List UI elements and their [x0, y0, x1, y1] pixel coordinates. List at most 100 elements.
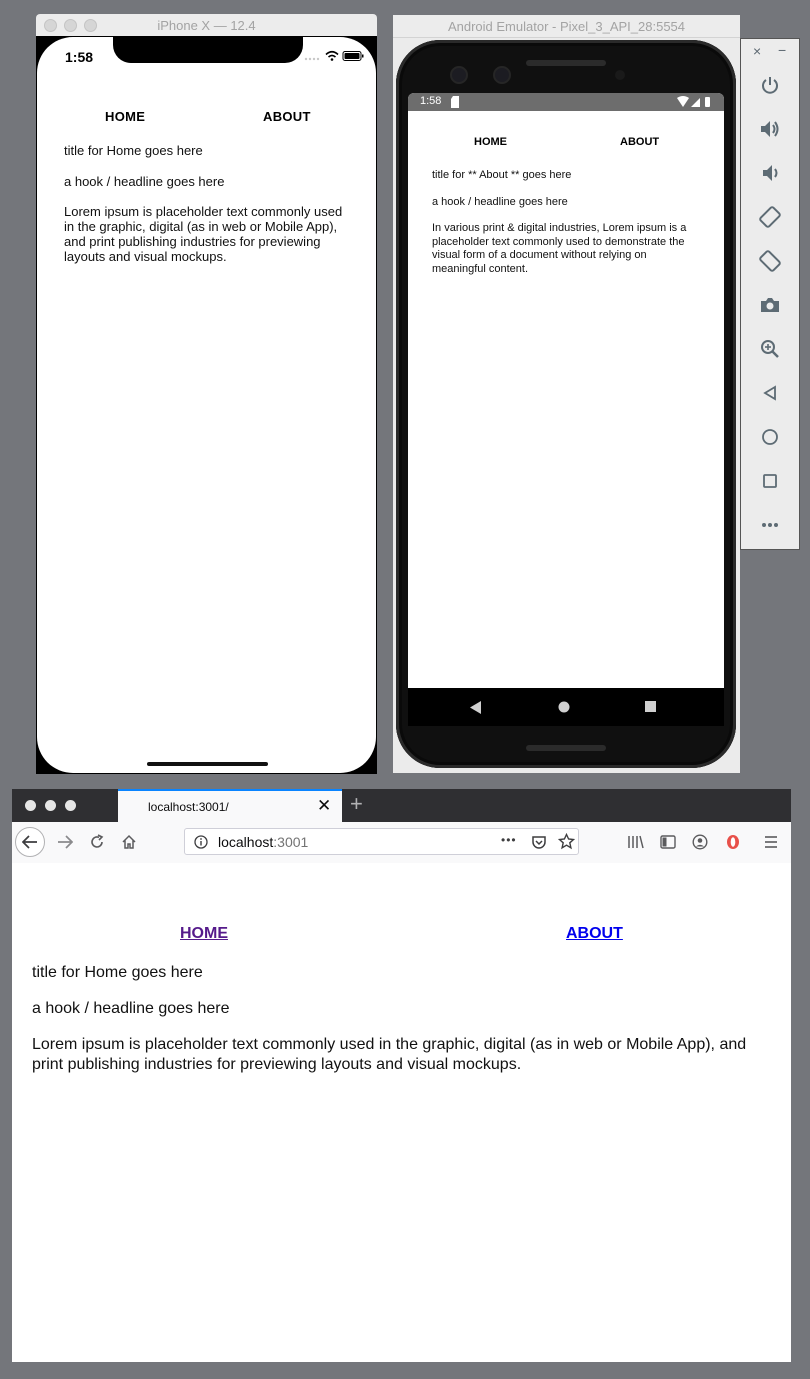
menu-button[interactable] — [761, 832, 781, 852]
screenshot-button[interactable] — [756, 291, 784, 319]
close-window-button[interactable] — [25, 800, 36, 811]
ios-window-titlebar[interactable]: iPhone X — 12.4 — [36, 14, 377, 37]
sd-card-icon — [451, 96, 459, 108]
status-icons — [304, 50, 364, 61]
volume-down-icon — [763, 165, 778, 181]
sidebar-button[interactable] — [658, 832, 678, 852]
nav-about-link[interactable]: ABOUT — [263, 109, 311, 124]
back-button[interactable] — [756, 379, 784, 407]
minimize-panel-button[interactable]: − — [778, 42, 786, 58]
home-icon[interactable] — [558, 701, 570, 713]
info-icon[interactable] — [194, 835, 208, 849]
volume-up-icon — [761, 121, 779, 137]
speaker-grille — [526, 60, 606, 66]
front-camera-icon — [450, 66, 468, 84]
new-tab-button[interactable]: + — [350, 792, 363, 816]
android-screen: 1:58 HOME ABOUT title for ** About ** go… — [408, 93, 724, 723]
minimize-window-button[interactable] — [45, 800, 56, 811]
iphone-notch — [113, 37, 303, 63]
close-panel-button[interactable]: × — [753, 43, 761, 59]
status-icons — [677, 96, 710, 107]
zoom-window-button[interactable] — [65, 800, 76, 811]
body-text: In various print & digital industries, L… — [432, 222, 687, 275]
nav-about-link[interactable]: ABOUT — [620, 136, 659, 148]
tab-title: localhost:3001/ — [148, 800, 229, 814]
android-window-titlebar[interactable]: Android Emulator - Pixel_3_API_28:5554 — [393, 15, 740, 38]
page-title: title for Home goes here — [32, 964, 203, 981]
window-title: iPhone X — 12.4 — [157, 18, 256, 33]
pixel-device-frame: 1:58 HOME ABOUT title for ** About ** go… — [396, 40, 736, 768]
page-title: title for ** About ** goes here — [432, 169, 572, 181]
status-time: 1:58 — [65, 49, 94, 65]
home-button[interactable] — [119, 832, 139, 852]
arrow-left-icon — [22, 835, 37, 849]
emulator-control-panel: × − — [740, 38, 800, 550]
firefox-window: localhost:3001/ ✕ + localhost:3001 ••• H… — [12, 789, 791, 1362]
reload-button[interactable] — [87, 832, 107, 852]
volume-down-button[interactable] — [756, 159, 784, 187]
power-button[interactable] — [756, 71, 784, 99]
close-tab-icon[interactable]: ✕ — [317, 796, 331, 816]
nav-home-link[interactable]: HOME — [105, 109, 145, 124]
rotate-left-button[interactable] — [756, 203, 784, 231]
home-button[interactable] — [756, 423, 784, 451]
zoom-icon — [761, 340, 779, 358]
home-icon — [122, 834, 136, 849]
library-icon — [628, 835, 644, 849]
body-text: Lorem ipsum is placeholder text commonly… — [32, 1036, 747, 1073]
overview-icon — [763, 474, 777, 488]
arrow-right-icon — [58, 835, 73, 849]
extension-button[interactable] — [723, 832, 743, 852]
iphone-device-frame: 1:58 HOME ABOUT title for Home goes here… — [36, 36, 377, 774]
url-host: localhost — [218, 834, 274, 850]
speaker-grille — [526, 745, 606, 751]
url-text[interactable]: localhost:3001 — [218, 834, 308, 850]
rotate-right-button[interactable] — [756, 247, 784, 275]
zoom-button[interactable] — [756, 335, 784, 363]
volume-up-button[interactable] — [756, 115, 784, 143]
tab-bar: localhost:3001/ ✕ + — [12, 789, 791, 822]
nav-about-link[interactable]: ABOUT — [566, 925, 623, 943]
home-icon — [762, 429, 778, 445]
url-port: :3001 — [273, 834, 309, 850]
android-nav-bar — [408, 688, 724, 726]
hook-text: a hook / headline goes here — [432, 196, 568, 208]
battery-icon — [342, 51, 364, 61]
home-indicator[interactable] — [147, 762, 268, 766]
pocket-icon[interactable] — [531, 834, 547, 850]
front-camera-icon — [493, 66, 511, 84]
back-button[interactable] — [15, 827, 45, 857]
more-button[interactable] — [756, 511, 784, 539]
forward-button[interactable] — [55, 832, 75, 852]
rotate-left-icon — [759, 206, 781, 228]
overview-button[interactable] — [756, 467, 784, 495]
reload-icon — [91, 834, 104, 848]
page-actions-icon[interactable]: ••• — [501, 833, 517, 847]
back-icon[interactable] — [470, 701, 482, 714]
rotate-right-icon — [759, 250, 781, 272]
url-bar[interactable]: localhost:3001 ••• — [184, 828, 579, 855]
sensor-icon — [615, 70, 625, 80]
wifi-icon — [677, 96, 689, 107]
hook-text: a hook / headline goes here — [64, 174, 225, 189]
nav-home-link[interactable]: HOME — [474, 136, 507, 148]
sidebar-icon — [660, 835, 676, 849]
nav-home-link[interactable]: HOME — [180, 925, 228, 943]
web-page-content: HOME ABOUT title for Home goes here a ho… — [12, 863, 791, 1362]
signal-icon — [691, 98, 700, 107]
ios-simulator-window: iPhone X — 12.4 1:58 HOME ABOUT title fo… — [36, 14, 377, 774]
iphone-screen: 1:58 HOME ABOUT title for Home goes here… — [37, 37, 376, 773]
body-text: Lorem ipsum is placeholder text commonly… — [64, 204, 343, 264]
navigation-toolbar: localhost:3001 ••• — [12, 822, 791, 864]
library-button[interactable] — [626, 832, 646, 852]
wifi-icon — [325, 50, 339, 58]
android-status-bar: 1:58 — [408, 93, 724, 111]
account-button[interactable] — [690, 832, 710, 852]
signal-icon — [304, 57, 320, 61]
overview-icon[interactable] — [645, 701, 656, 712]
window-title: Android Emulator - Pixel_3_API_28:5554 — [447, 19, 686, 34]
bookmark-star-icon[interactable] — [558, 833, 575, 850]
tab-localhost[interactable]: localhost:3001/ ✕ — [118, 789, 342, 822]
camera-icon — [761, 298, 779, 312]
status-time: 1:58 — [420, 95, 442, 107]
